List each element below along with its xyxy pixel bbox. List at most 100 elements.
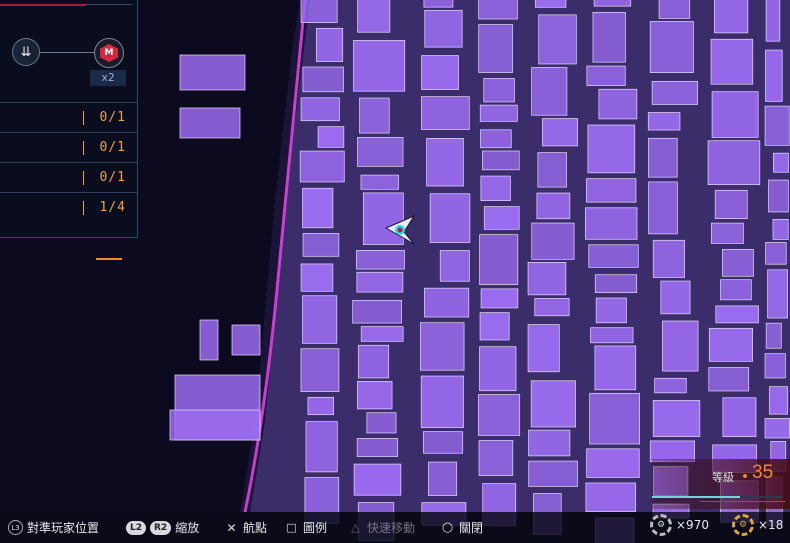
xp-bar <box>652 496 782 498</box>
building-block <box>531 222 575 260</box>
panel-accent-line <box>0 4 86 6</box>
building-block <box>482 150 520 171</box>
building-block <box>586 178 637 203</box>
building-block <box>356 271 404 293</box>
building-block <box>595 297 627 324</box>
building-block <box>299 150 345 183</box>
building-block <box>300 348 340 392</box>
building-block <box>300 97 340 122</box>
building-block <box>424 287 470 318</box>
building-block <box>429 193 471 243</box>
building-block <box>420 375 464 429</box>
building-block <box>231 324 261 356</box>
boss-hex-icon: M <box>94 38 124 68</box>
zoom-control[interactable]: L2 R2 縮放 <box>126 519 199 536</box>
building-block <box>483 78 515 103</box>
square-button-icon: □ <box>286 521 297 534</box>
boss-glyph: M <box>100 44 118 62</box>
building-block <box>305 421 338 473</box>
fast-travel-control[interactable]: △ 快速移動 <box>348 519 415 536</box>
cross-button-icon: ✕ <box>226 520 237 535</box>
building-block <box>542 118 579 147</box>
building-block <box>366 412 397 434</box>
level-dot <box>743 474 747 478</box>
building-block <box>585 482 637 512</box>
building-block <box>307 396 335 416</box>
objective-row[interactable]: 0/1 <box>0 102 138 132</box>
building-block <box>651 80 698 105</box>
building-block <box>764 353 786 379</box>
waypoint-control[interactable]: ✕ 航點 <box>224 519 267 536</box>
building-block <box>773 152 789 173</box>
building-block <box>421 96 470 130</box>
building-block <box>764 105 790 146</box>
zoom-label: 縮放 <box>175 521 200 535</box>
building-block <box>479 312 510 341</box>
building-block <box>711 91 759 138</box>
building-block <box>587 124 636 174</box>
l3-button-icon: L3 <box>8 520 23 535</box>
reward-multiplier: x2 <box>90 70 126 86</box>
building-block <box>720 279 752 301</box>
building-block <box>478 24 513 73</box>
building-block <box>357 381 393 410</box>
building-block <box>710 222 744 244</box>
building-block <box>648 137 678 178</box>
recenter-control[interactable]: L3 對準玩家位置 <box>8 519 99 536</box>
building-block <box>356 438 399 457</box>
gear-icon: ⚙ <box>650 514 672 536</box>
building-block <box>652 400 701 437</box>
building-block <box>714 0 749 34</box>
building-block <box>527 324 560 373</box>
objective-progress: 0/1 <box>99 140 126 155</box>
objective-row[interactable]: 0/1 <box>0 132 138 162</box>
legend-control[interactable]: □ 圖例 <box>284 519 327 536</box>
building-block <box>360 326 404 342</box>
building-block <box>300 263 334 292</box>
building-block <box>424 9 463 48</box>
building-block <box>722 249 754 277</box>
building-block <box>708 327 754 362</box>
close-control[interactable]: ○ 關閉 <box>440 519 483 536</box>
gold-gear-currency: ⚙ ×18 <box>732 514 783 536</box>
building-block <box>534 298 570 317</box>
building-block <box>359 97 390 134</box>
building-block <box>439 250 470 282</box>
building-block <box>480 129 512 149</box>
building-block <box>594 345 637 391</box>
objective-progress: 1/4 <box>99 200 126 215</box>
xp-bar-secondary <box>700 501 785 502</box>
building-block <box>480 288 519 309</box>
triangle-button-icon: △ <box>351 521 360 534</box>
building-block <box>478 440 514 476</box>
building-block <box>590 327 634 344</box>
objective-list: 0/1 0/1 0/1 1/4 <box>0 102 138 222</box>
level-value: 35 <box>752 462 774 483</box>
building-block <box>478 0 518 20</box>
panel-divider <box>86 4 132 5</box>
building-block <box>767 269 788 319</box>
objective-progress: 0/1 <box>99 110 126 125</box>
building-block <box>586 448 640 478</box>
level-label: 等級 <box>712 471 734 484</box>
building-block <box>649 21 694 73</box>
objective-progress: 0/1 <box>99 170 126 185</box>
building-block <box>362 192 404 245</box>
building-block <box>722 397 757 438</box>
building-block <box>357 344 390 379</box>
objective-row[interactable]: 1/4 <box>0 192 138 222</box>
gear-count: ×970 <box>676 518 709 532</box>
building-block <box>428 461 458 496</box>
building-block <box>647 112 681 131</box>
building-block <box>480 175 511 201</box>
building-block <box>479 104 518 122</box>
objective-row[interactable]: 0/1 <box>0 162 138 192</box>
building-block <box>169 409 261 441</box>
building-block <box>357 137 404 167</box>
building-block <box>764 418 790 439</box>
building-block <box>179 54 246 91</box>
building-block <box>537 152 567 188</box>
building-block <box>302 187 334 229</box>
gold-gear-count: ×18 <box>758 518 784 532</box>
building-block <box>586 65 626 86</box>
